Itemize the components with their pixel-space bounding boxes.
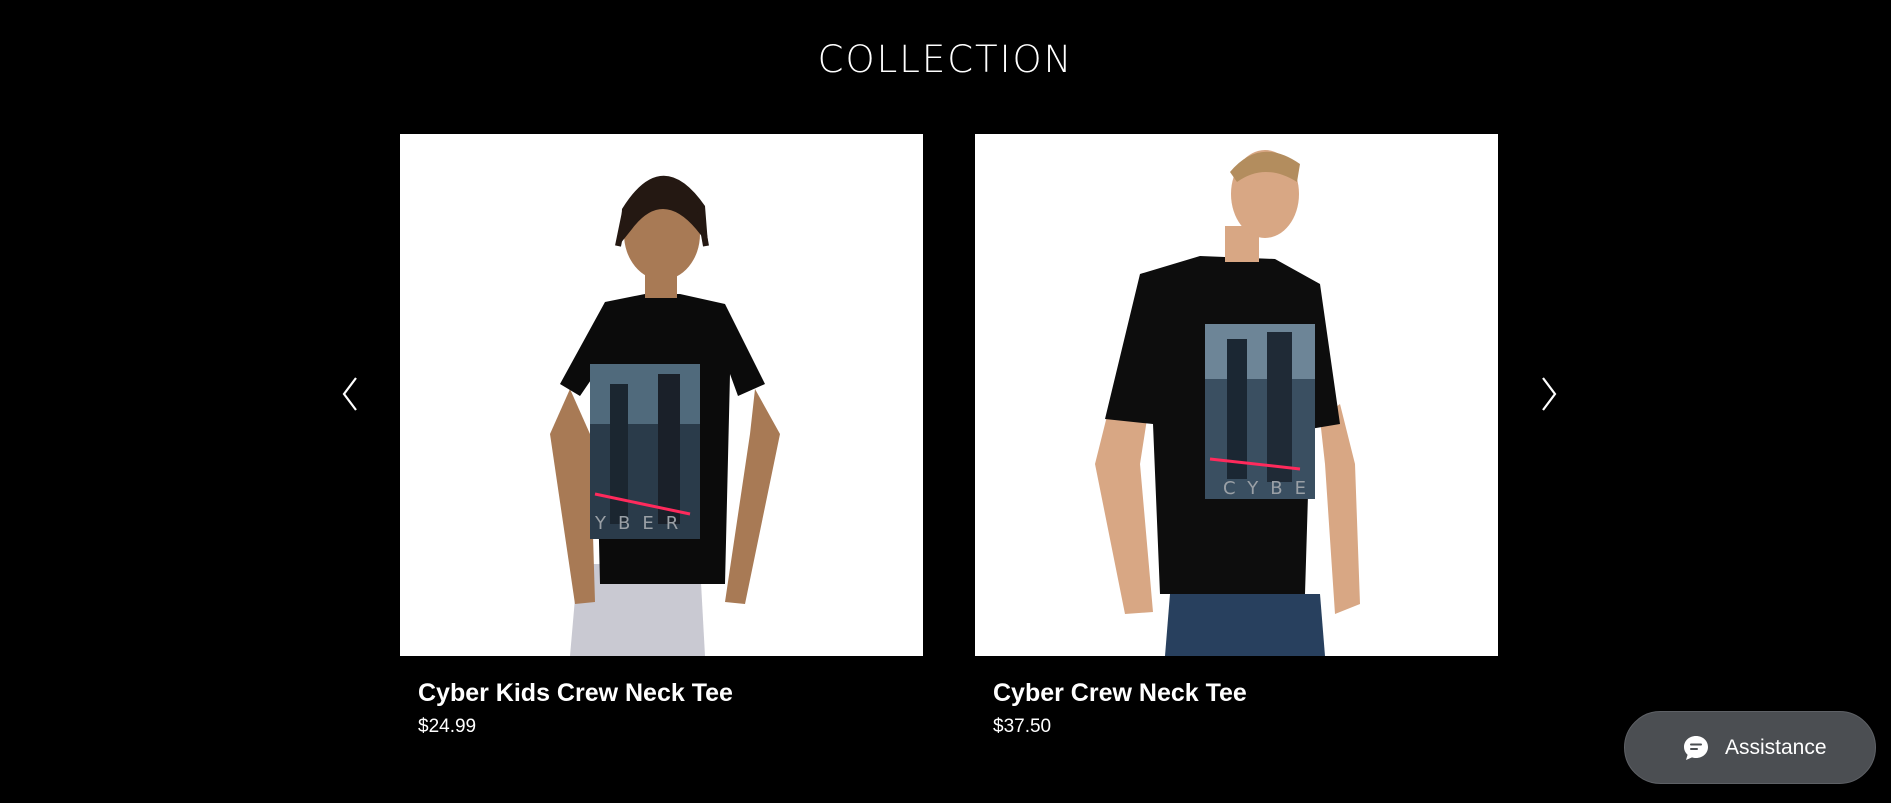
collection-page: COLLECTION YBER Cyber Kids Crew Neck Tee… xyxy=(0,0,1891,803)
product-image-crew-tee[interactable]: CYBE xyxy=(975,134,1498,656)
product-name[interactable]: Cyber Kids Crew Neck Tee xyxy=(418,678,923,708)
assistance-button[interactable]: Assistance xyxy=(1624,711,1876,784)
product-name[interactable]: Cyber Crew Neck Tee xyxy=(993,678,1498,708)
product-price: $24.99 xyxy=(418,716,477,737)
product-card[interactable]: YBER Cyber Kids Crew Neck Tee $24.99 xyxy=(400,134,923,738)
product-card[interactable]: CYBE Cyber Crew Neck Tee $37.50 xyxy=(975,134,1498,738)
chevron-right-icon xyxy=(1542,377,1557,411)
product-price: $37.50 xyxy=(993,716,1052,737)
product-photo: YBER xyxy=(400,134,923,656)
carousel-next-button[interactable] xyxy=(1529,374,1569,414)
product-photo: CYBE xyxy=(975,134,1498,656)
svg-text:CYBE: CYBE xyxy=(1223,478,1318,499)
chevron-left-icon xyxy=(342,377,357,411)
assistance-label: Assistance xyxy=(1725,735,1827,759)
svg-text:YBER: YBER xyxy=(594,513,690,534)
carousel-prev-button[interactable] xyxy=(330,374,370,414)
product-image-kids-tee[interactable]: YBER xyxy=(400,134,923,656)
chat-bubble-icon xyxy=(1681,733,1711,763)
section-title: COLLECTION xyxy=(817,38,1074,81)
